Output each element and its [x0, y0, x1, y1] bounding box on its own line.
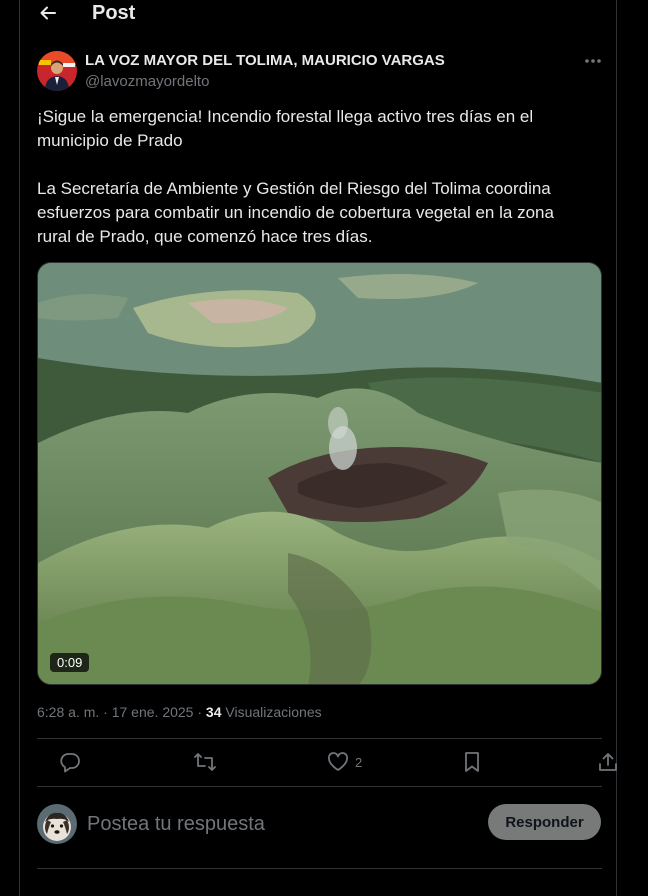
post-meta: 6:28 a. m. · 17 ene. 2025 · 34 Visualiza… [37, 704, 322, 720]
share-icon [599, 753, 617, 771]
header: Post [20, 0, 616, 28]
meta-separator: · [193, 704, 206, 720]
meta-separator: · [99, 704, 112, 720]
tweet-text: ¡Sigue la emergencia! Incendio forestal … [37, 105, 577, 249]
post-date[interactable]: 17 ene. 2025 [112, 704, 194, 720]
more-options-button[interactable] [582, 52, 604, 70]
bookmark-icon [465, 752, 479, 772]
reply-input[interactable] [87, 810, 477, 838]
back-button[interactable] [36, 2, 60, 24]
divider [37, 738, 602, 739]
reply-submit-button[interactable]: Responder [488, 804, 601, 840]
video-player[interactable]: 0:09 [37, 262, 602, 685]
share-button[interactable] [597, 740, 619, 784]
action-bar: 2 [37, 740, 617, 784]
user-avatar[interactable] [37, 804, 77, 844]
divider [37, 786, 602, 787]
repost-button[interactable] [193, 740, 217, 784]
reply-icon [60, 753, 80, 773]
bookmark-button[interactable] [463, 740, 481, 784]
like-count: 2 [355, 754, 363, 770]
views-count: 34 [205, 704, 222, 720]
post-column: Post LA VOZ MAYOR DEL TOLIMA, MAURICIO V… [19, 0, 617, 896]
video-duration: 0:09 [50, 653, 90, 672]
back-arrow-icon [40, 6, 56, 20]
like-icon [327, 752, 349, 771]
author-avatar[interactable] [37, 51, 77, 91]
author-name[interactable]: LA VOZ MAYOR DEL TOLIMA, MAURICIO VARGAS [85, 52, 445, 69]
repost-icon [194, 753, 216, 771]
divider [37, 868, 602, 869]
page-title: Post [92, 2, 136, 24]
author-handle[interactable]: @lavozmayordelto [85, 73, 209, 90]
reply-button[interactable] [59, 740, 81, 784]
like-button[interactable]: 2 [327, 740, 362, 784]
more-icon [585, 59, 601, 63]
post-time[interactable]: 6:28 a. m. [37, 704, 99, 720]
video-thumbnail [38, 263, 601, 684]
tweet-paragraph-2: La Secretaría de Ambiente y Gestión del … [37, 179, 554, 246]
tweet-paragraph-1: ¡Sigue la emergencia! Incendio forestal … [37, 107, 534, 150]
views-label: Visualizaciones [221, 704, 322, 720]
